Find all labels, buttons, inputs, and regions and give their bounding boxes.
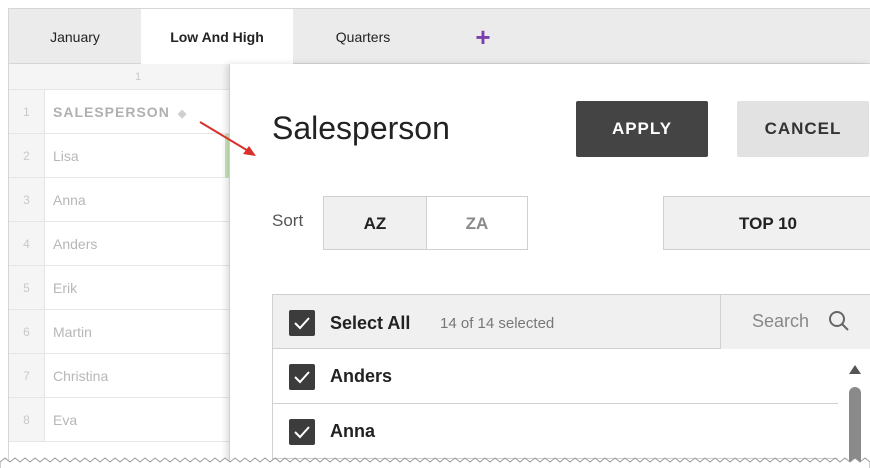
- tab-january[interactable]: January: [9, 9, 141, 65]
- table-cell[interactable]: Erik: [45, 266, 231, 309]
- table-row: 7 Christina: [9, 354, 231, 398]
- tab-quarters[interactable]: Quarters: [293, 9, 433, 65]
- cell-text: SALESPERSON: [53, 104, 170, 120]
- table-cell[interactable]: Anders: [45, 222, 231, 265]
- sort-za-button[interactable]: ZA: [426, 196, 528, 250]
- selected-count: 14 of 14 selected: [440, 315, 555, 332]
- value-list: Select All 14 of 14 selected Search Ande…: [272, 294, 870, 468]
- scroll-up-icon[interactable]: [849, 365, 861, 374]
- list-item[interactable]: Anna: [273, 404, 838, 459]
- table-cell[interactable]: Anna: [45, 178, 231, 221]
- checkmark-icon: [294, 317, 310, 330]
- row-number: 6: [9, 310, 45, 353]
- table-row: 3 Anna: [9, 178, 231, 222]
- column-header-row: 1: [9, 64, 231, 90]
- filter-panel: Salesperson APPLY CANCEL Sort AZ ZA TOP …: [229, 64, 870, 468]
- table-row: 4 Anders: [9, 222, 231, 266]
- table-cell[interactable]: Christina: [45, 354, 231, 397]
- select-all-row: Select All 14 of 14 selected Search: [273, 295, 870, 349]
- list-item[interactable]: Anders: [273, 349, 838, 404]
- item-checkbox[interactable]: [289, 419, 315, 445]
- checkmark-icon: [294, 426, 310, 439]
- column-number: 1: [134, 71, 142, 83]
- row-number: 7: [9, 354, 45, 397]
- table-row: 6 Martin: [9, 310, 231, 354]
- item-checkbox[interactable]: [289, 364, 315, 390]
- table-cell[interactable]: Eva: [45, 398, 231, 441]
- row-number: 3: [9, 178, 45, 221]
- torn-edge: [0, 457, 870, 468]
- top-10-button[interactable]: TOP 10: [663, 196, 870, 250]
- table-cell[interactable]: Martin: [45, 310, 231, 353]
- checkmark-icon: [294, 371, 310, 384]
- item-label: Anna: [330, 421, 375, 441]
- sort-indicator-icon: ◆: [177, 108, 188, 120]
- plus-icon: +: [475, 22, 491, 52]
- sort-az-button[interactable]: AZ: [323, 196, 427, 250]
- row-number: 8: [9, 398, 45, 441]
- select-all-checkbox[interactable]: [289, 310, 315, 336]
- cancel-button[interactable]: CANCEL: [737, 101, 869, 157]
- row-number: 1: [9, 90, 45, 133]
- table-row: 8 Eva: [9, 398, 231, 442]
- panel-title: Salesperson: [272, 110, 450, 146]
- tab-low-and-high[interactable]: Low And High: [141, 9, 293, 65]
- item-label: Anders: [330, 366, 393, 386]
- search-icon: [829, 311, 849, 331]
- sheet-tab-bar: January Low And High Quarters +: [8, 8, 870, 65]
- row-number: 4: [9, 222, 45, 265]
- sort-label: Sort: [272, 211, 304, 230]
- row-number: 2: [9, 134, 45, 177]
- row-number: 5: [9, 266, 45, 309]
- apply-button[interactable]: APPLY: [576, 101, 708, 157]
- search-field[interactable]: Search: [720, 295, 870, 349]
- search-placeholder: Search: [752, 311, 810, 331]
- annotation-arrow-icon: [199, 121, 256, 156]
- add-tab-button[interactable]: +: [433, 9, 533, 65]
- table-row: 5 Erik: [9, 266, 231, 310]
- select-all-label[interactable]: Select All: [330, 313, 410, 334]
